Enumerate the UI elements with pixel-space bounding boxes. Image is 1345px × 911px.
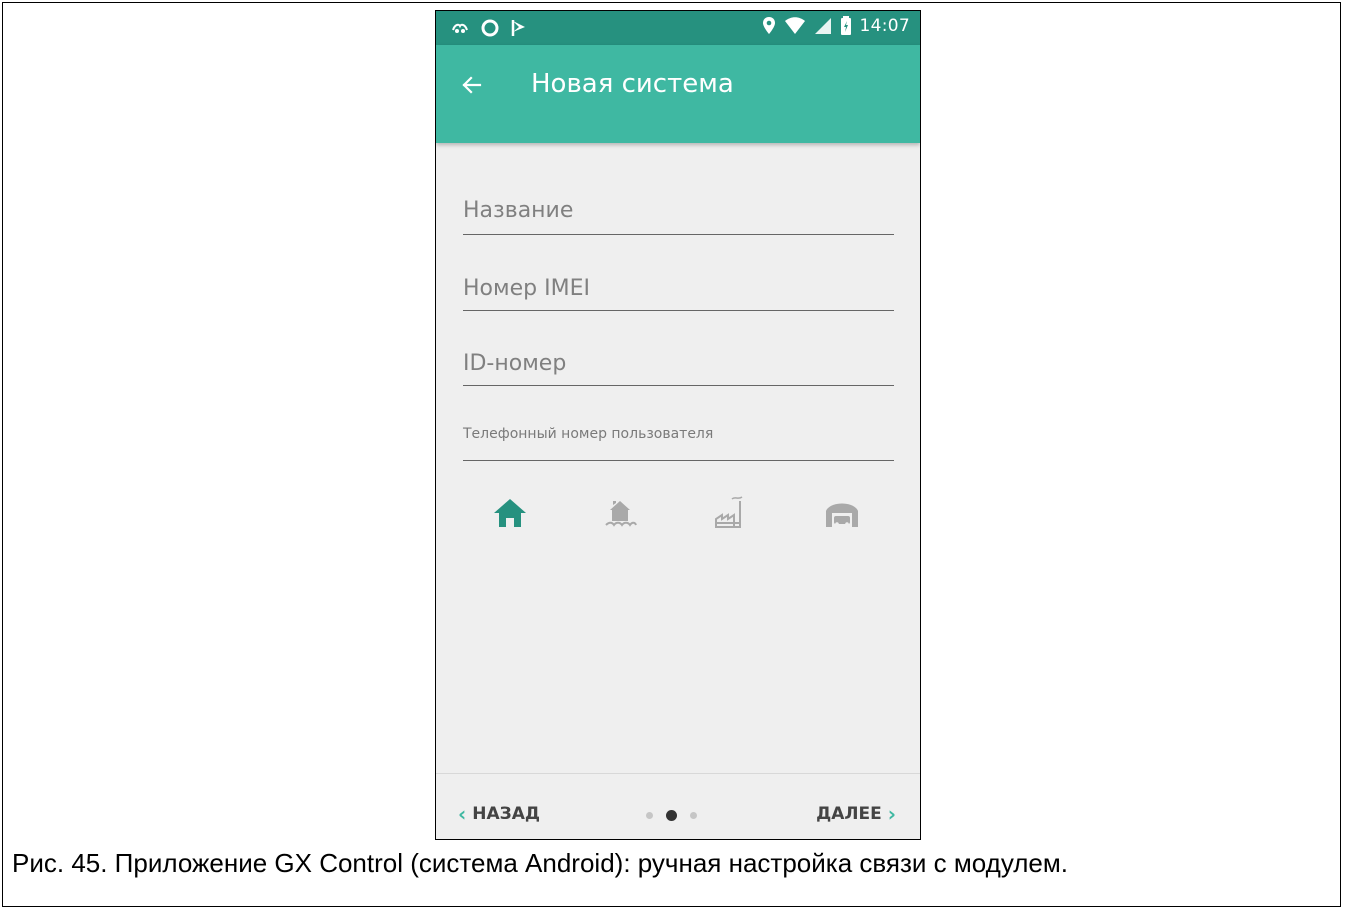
figure-frame: 14:07 Новая система Название Номер IMEI … — [2, 2, 1341, 907]
phone-screen: 14:07 Новая система Название Номер IMEI … — [435, 10, 921, 840]
figure-caption: Рис. 45. Приложение GX Control (система … — [12, 848, 1068, 878]
status-bar: 14:07 — [436, 11, 920, 45]
system-type-selector — [436, 491, 920, 541]
page-dot — [646, 812, 653, 819]
chevron-right-icon: › — [887, 802, 896, 826]
battery-icon — [840, 16, 851, 35]
back-button[interactable]: ‹ НАЗАД — [458, 804, 540, 824]
app-bar: Новая система — [436, 45, 920, 143]
imei-placeholder: Номер IMEI — [463, 276, 590, 301]
imei-field[interactable]: Номер IMEI — [463, 272, 894, 311]
name-field[interactable]: Название — [463, 194, 894, 235]
lake-house-icon[interactable] — [598, 491, 642, 535]
page-dot — [690, 812, 697, 819]
arrow-left-icon[interactable] — [460, 73, 484, 97]
name-placeholder: Название — [463, 198, 574, 223]
next-button-label: ДАЛЕЕ — [816, 804, 882, 824]
house-icon[interactable] — [488, 491, 532, 535]
garage-icon[interactable] — [820, 491, 864, 535]
back-button-label: НАЗАД — [472, 804, 541, 824]
next-button[interactable]: ДАЛЕЕ › — [816, 804, 896, 824]
bottom-navigation: ‹ НАЗАД ДАЛЕЕ › — [436, 773, 920, 839]
id-number-field[interactable]: ID-номер — [463, 347, 894, 386]
user-phone-field[interactable]: Телефонный номер пользователя — [463, 424, 894, 461]
circle-icon — [481, 19, 499, 37]
factory-icon[interactable] — [708, 491, 752, 535]
page-title: Новая система — [531, 69, 734, 99]
chevron-left-icon: ‹ — [458, 802, 467, 826]
page-indicator — [646, 810, 697, 821]
signal-icon — [814, 18, 831, 34]
wifi-icon — [784, 17, 805, 34]
status-time: 14:07 — [859, 16, 910, 36]
cell-alert-icon — [452, 23, 468, 33]
location-pin-icon — [762, 17, 775, 34]
user-phone-placeholder: Телефонный номер пользователя — [463, 426, 714, 442]
page-dot-active — [666, 810, 677, 821]
flag-icon — [511, 20, 525, 36]
id-number-placeholder: ID-номер — [463, 351, 567, 376]
